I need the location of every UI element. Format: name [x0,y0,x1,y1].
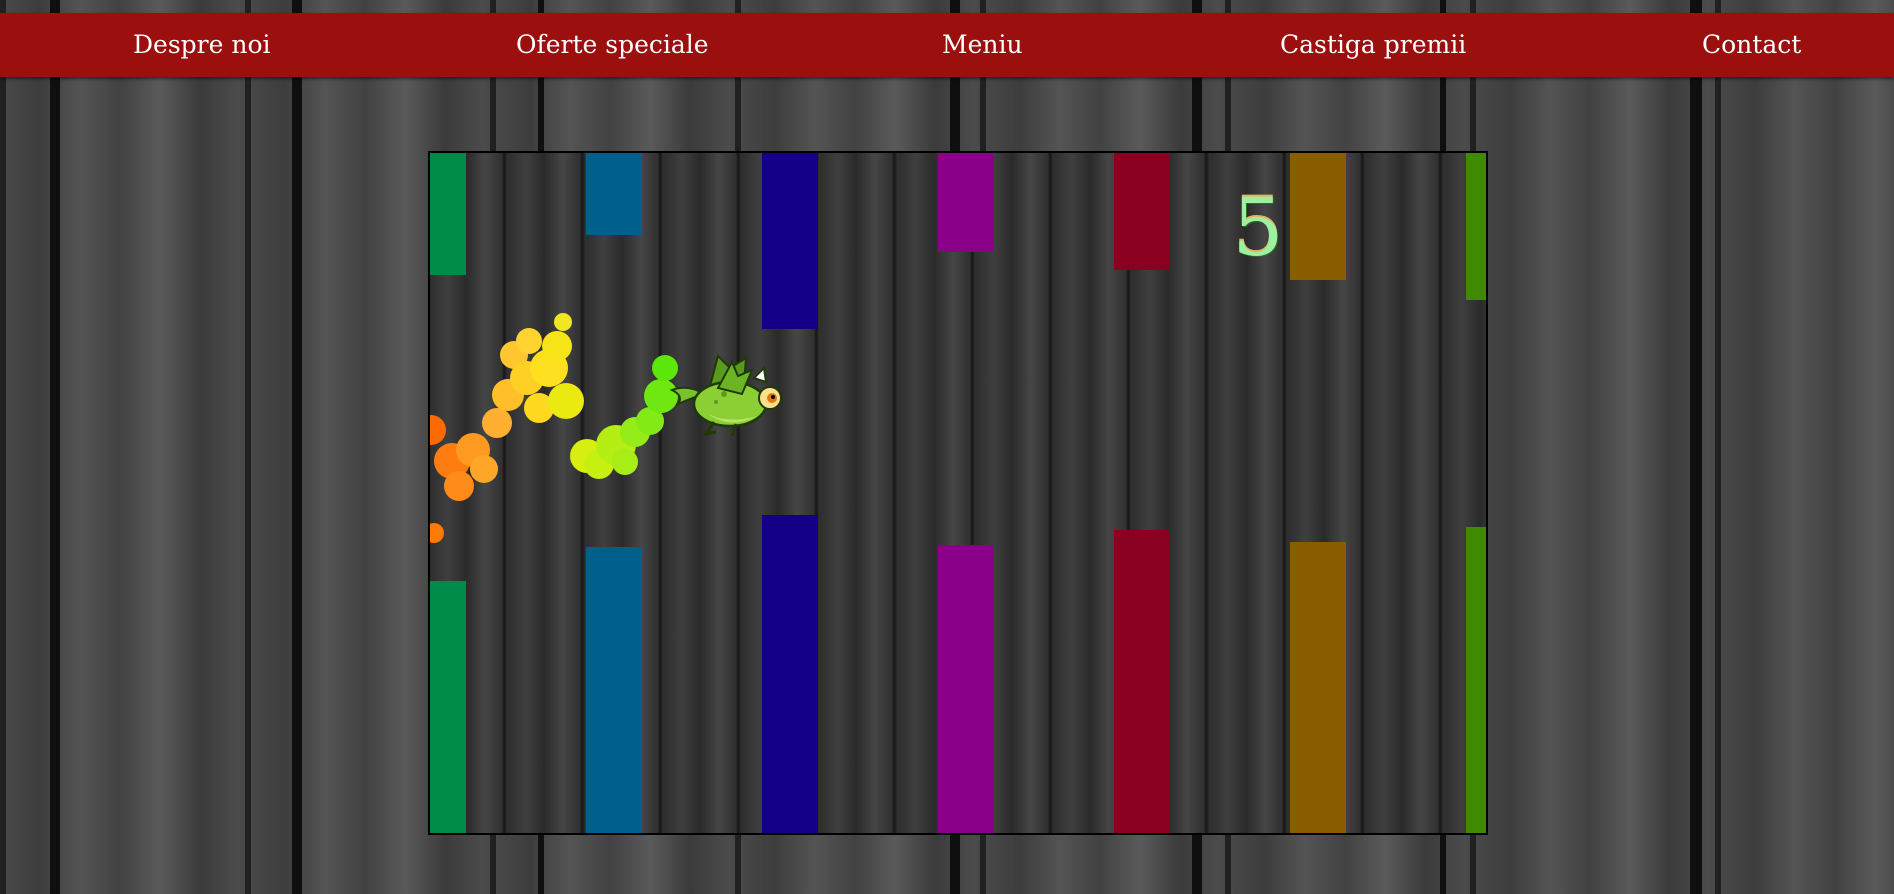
nav-meniu[interactable]: Meniu [942,13,1023,77]
pillar-bottom [762,515,818,833]
plank-seam [50,0,60,894]
pillar-top [938,153,994,252]
pillar-bottom [1466,527,1486,833]
plank-seam [292,0,302,894]
trail-bubble [516,328,542,354]
main-navbar: Despre noi Oferte speciale Meniu Castiga… [0,13,1894,77]
trail-bubble [470,455,498,483]
nav-castiga-premii[interactable]: Castiga premii [1280,13,1466,77]
trail-bubble [430,415,446,445]
trail-bubble [444,471,474,501]
trail-bubble [554,313,572,331]
pillar-top [1466,153,1486,300]
pillar-bottom [938,545,994,833]
trail-bubble [482,408,512,438]
pillar-top [762,153,818,329]
trail-bubble [430,523,444,543]
pillar-bottom [430,581,466,833]
pillar-top [1290,153,1346,280]
pillar-top [430,153,466,275]
nav-oferte-speciale[interactable]: Oferte speciale [516,13,709,77]
nav-despre-noi[interactable]: Despre noi [133,13,271,77]
plank-seam [1690,0,1702,894]
game-canvas[interactable]: 5 [428,151,1488,835]
pillar-top [586,153,642,235]
pillar-bottom [586,547,642,833]
pillar-top [1114,153,1170,270]
pillar-bottom [1114,530,1170,833]
nav-contact[interactable]: Contact [1702,13,1801,77]
dragon-icon [669,354,782,437]
trail-bubble [548,383,584,419]
trail-bubble [542,331,572,361]
trail-bubble [612,449,638,475]
pillar-bottom [1290,542,1346,833]
score-counter: 5 [1232,181,1284,274]
